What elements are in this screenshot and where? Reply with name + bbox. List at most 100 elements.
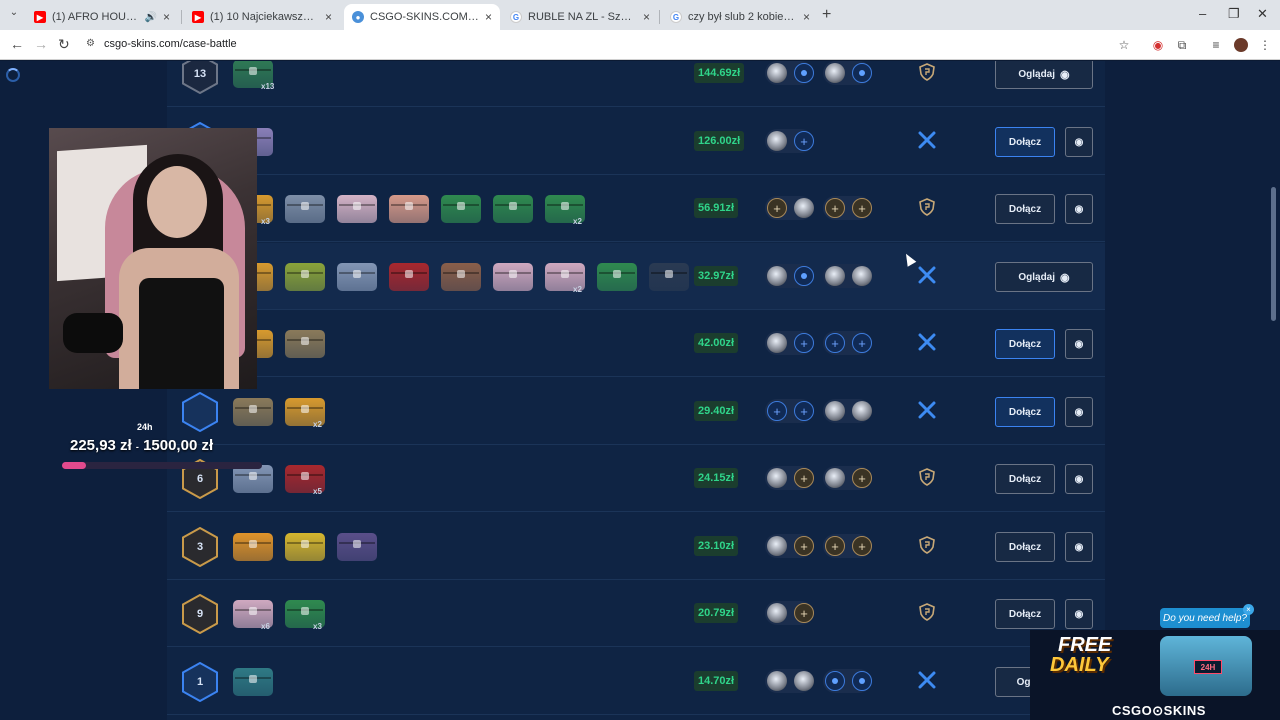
reload-icon[interactable]: ↻ <box>58 36 70 53</box>
url-field[interactable]: csgo-skins.com/case-battle <box>104 38 237 50</box>
tab-najciekawszych[interactable]: ▶ (1) 10 Najciekawszych Newsów × <box>184 4 340 30</box>
join-slot-plus-icon[interactable]: + <box>767 198 787 218</box>
case-icon[interactable] <box>233 668 273 696</box>
case-icon[interactable] <box>337 533 377 561</box>
join-button[interactable]: Dołącz <box>995 329 1055 359</box>
case-icon[interactable] <box>389 263 429 291</box>
join-slot-plus-icon[interactable]: + <box>794 603 814 623</box>
battle-row[interactable]: 3 23.10zł + + + Dołącz ◉ <box>167 513 1105 580</box>
join-slot-plus-icon[interactable]: + <box>794 333 814 353</box>
join-button[interactable]: Dołącz <box>995 194 1055 224</box>
spectate-eye-button[interactable]: ◉ <box>1065 532 1093 562</box>
speaker-icon[interactable]: 🔊 <box>145 12 157 23</box>
battle-row[interactable]: 42.00zł + + + Dołącz ◉ <box>167 310 1105 377</box>
case-icon[interactable] <box>389 195 429 223</box>
back-arrow-icon[interactable]: ← <box>10 36 24 52</box>
bot-slot-icon <box>825 671 845 691</box>
battle-row[interactable]: 9 x6 x3 20.79zł + Dołącz ◉ <box>167 580 1105 647</box>
battle-row[interactable]: x3 x2 56.91zł + + + Dołącz ◉ <box>167 175 1105 242</box>
join-slot-plus-icon[interactable]: + <box>852 468 872 488</box>
case-icon[interactable] <box>493 263 533 291</box>
battle-row[interactable]: 1 14.70zł Ogl <box>167 648 1105 715</box>
close-tab-icon[interactable]: × <box>803 10 810 24</box>
join-slot-plus-icon[interactable]: + <box>794 536 814 556</box>
spectate-eye-button[interactable]: ◉ <box>1065 464 1093 494</box>
youtube-icon: ▶ <box>192 11 204 23</box>
spectate-eye-button[interactable]: ◉ <box>1065 599 1093 629</box>
close-tab-icon[interactable]: × <box>325 10 332 24</box>
join-slot-plus-icon[interactable]: + <box>825 198 845 218</box>
case-icon[interactable] <box>441 195 481 223</box>
case-icon[interactable] <box>337 195 377 223</box>
case-icon[interactable] <box>233 465 273 493</box>
goal-separator: - <box>135 442 139 452</box>
help-chat-button[interactable]: Do you need help? <box>1160 608 1250 628</box>
spectate-eye-button[interactable]: ◉ <box>1065 397 1093 427</box>
reading-list-icon[interactable]: ≡ <box>1208 37 1224 53</box>
join-button[interactable]: Dołącz <box>995 464 1055 494</box>
extension-red-icon[interactable]: ◉ <box>1150 37 1166 53</box>
case-icon[interactable] <box>285 533 325 561</box>
join-slot-plus-icon[interactable]: + <box>825 333 845 353</box>
watch-button[interactable]: Oglądaj ◉ <box>995 61 1093 89</box>
player-avatar <box>825 401 845 421</box>
battle-row[interactable]: x2 32.97zł Oglądaj ◉ <box>167 243 1105 310</box>
battle-row[interactable]: 13 x13 144.69zł Oglądaj ◉ <box>167 61 1105 107</box>
close-tab-icon[interactable]: × <box>485 10 492 24</box>
join-slot-plus-icon[interactable]: + <box>852 536 872 556</box>
join-slot-plus-icon[interactable]: + <box>825 536 845 556</box>
case-icon[interactable] <box>285 263 325 291</box>
help-close-icon[interactable]: × <box>1243 604 1254 615</box>
tab-search-icon[interactable]: ⌄ <box>6 7 22 23</box>
free-daily-promo[interactable]: FREE DAILY 24H CSGO⊙SKINS <box>1030 630 1280 720</box>
spectate-eye-button[interactable]: ◉ <box>1065 127 1093 157</box>
close-tab-icon[interactable]: × <box>643 10 650 24</box>
player-avatar <box>767 266 787 286</box>
browser-menu-icon[interactable]: ⋮ <box>1257 37 1273 53</box>
join-button[interactable]: Dołącz <box>995 532 1055 562</box>
restore-icon[interactable]: ❐ <box>1228 6 1240 22</box>
join-button[interactable]: Dołącz <box>995 127 1055 157</box>
forward-arrow-icon[interactable]: → <box>34 36 48 52</box>
join-button[interactable]: Dołącz <box>995 599 1055 629</box>
case-icon[interactable] <box>285 195 325 223</box>
close-window-icon[interactable]: ✕ <box>1257 6 1268 22</box>
tab-title: (1) AFRO HOUSE VERÃO Sa <box>52 11 141 23</box>
case-icon[interactable] <box>493 195 533 223</box>
battle-row[interactable]: 6 x5 24.15zł + + Dołącz ◉ <box>167 445 1105 512</box>
battle-row[interactable]: x2 29.40zł + + Dołącz ◉ <box>167 378 1105 445</box>
watch-button[interactable]: Oglądaj ◉ <box>995 262 1093 292</box>
tab-ruble[interactable]: G RUBLE NA ZL - Szukaj w Google × <box>502 4 658 30</box>
case-icon[interactable] <box>285 330 325 358</box>
tab-afro-house[interactable]: ▶ (1) AFRO HOUSE VERÃO Sa 🔊 × <box>26 4 178 30</box>
round-count-badge: 13 <box>181 61 219 94</box>
spectate-eye-button[interactable]: ◉ <box>1065 194 1093 224</box>
bookmark-star-icon[interactable]: ☆ <box>1116 37 1132 53</box>
case-icon[interactable] <box>441 263 481 291</box>
battle-row[interactable]: 1126.00zł+Dołącz◉ <box>167 108 1105 175</box>
case-icon[interactable] <box>337 263 377 291</box>
tab-slub[interactable]: G czy był slub 2 kobiet i jednego × <box>662 4 818 30</box>
crossed-swords-icon <box>917 332 937 352</box>
join-button[interactable]: Dołącz <box>995 397 1055 427</box>
case-icon[interactable] <box>233 398 273 426</box>
page-scrollbar[interactable] <box>1271 187 1276 321</box>
new-tab-button[interactable]: + <box>822 6 831 24</box>
case-icon[interactable] <box>649 263 689 291</box>
close-tab-icon[interactable]: × <box>163 10 170 24</box>
join-slot-plus-icon[interactable]: + <box>767 401 787 421</box>
extensions-puzzle-icon[interactable]: ⧉ <box>1174 37 1190 53</box>
minimize-icon[interactable]: – <box>1199 6 1206 21</box>
tab-csgo-skins[interactable]: ● CSGO-SKINS.COM - Najlepsze × <box>344 4 500 30</box>
shield-icon <box>917 535 937 555</box>
join-slot-plus-icon[interactable]: + <box>852 198 872 218</box>
profile-avatar[interactable] <box>1233 37 1249 53</box>
join-slot-plus-icon[interactable]: + <box>852 333 872 353</box>
join-slot-plus-icon[interactable]: + <box>794 401 814 421</box>
site-info-icon[interactable]: ⚙ <box>86 38 95 49</box>
spectate-eye-button[interactable]: ◉ <box>1065 329 1093 359</box>
case-icon[interactable] <box>233 533 273 561</box>
join-slot-plus-icon[interactable]: + <box>794 468 814 488</box>
case-icon[interactable] <box>597 263 637 291</box>
join-slot-plus-icon[interactable]: + <box>794 131 814 151</box>
